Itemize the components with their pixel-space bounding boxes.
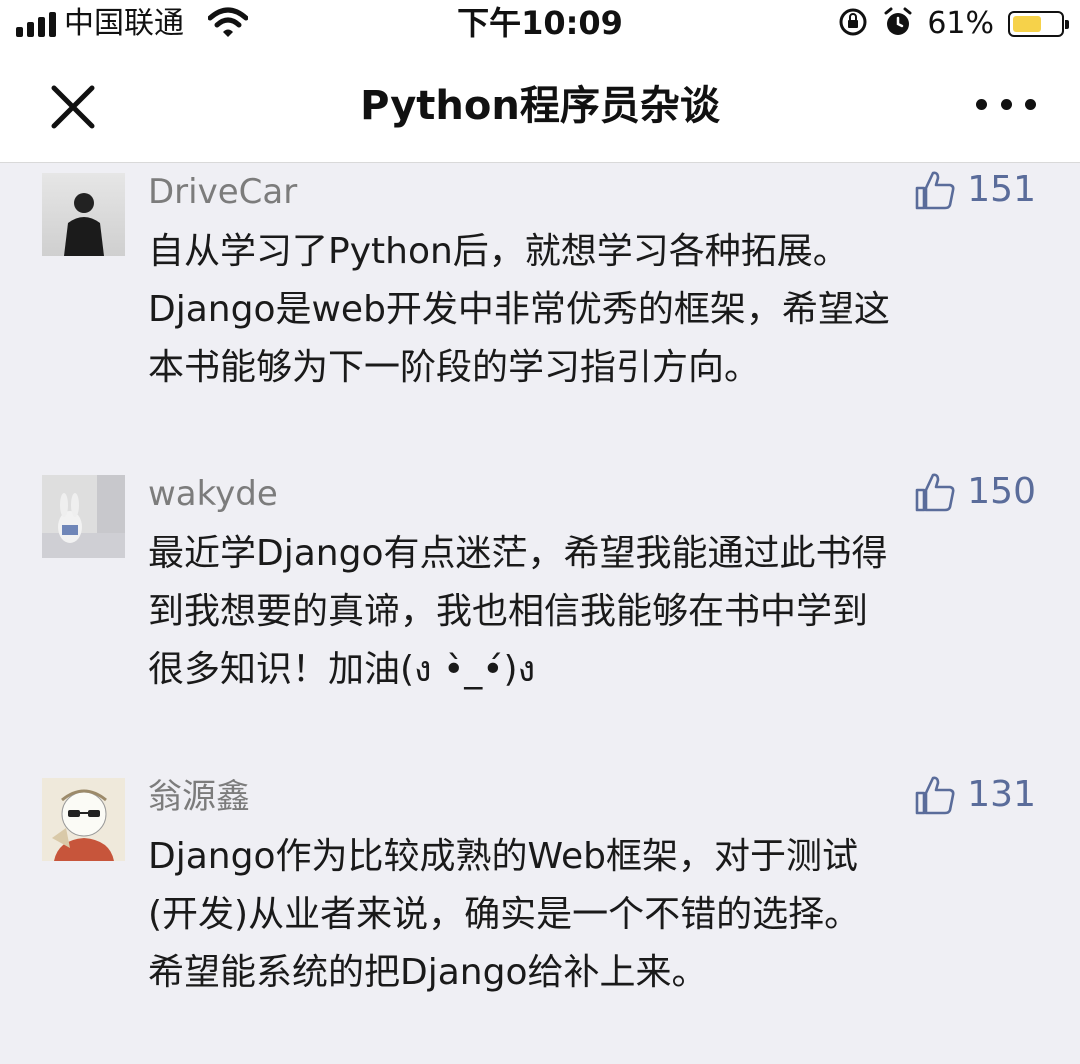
status-bar: 中国联通 下午10:09 61% <box>0 0 1080 50</box>
orientation-lock-icon <box>837 6 869 42</box>
like-count: 150 <box>967 471 1036 512</box>
more-button[interactable] <box>976 92 1036 116</box>
page-title: Python程序员杂谈 <box>360 83 720 129</box>
battery-fill <box>1013 16 1041 32</box>
like-button[interactable]: 151 <box>913 167 1036 213</box>
username[interactable]: 翁源鑫 <box>148 776 250 818</box>
thumbs-up-icon <box>915 171 955 210</box>
thumbs-up-icon <box>915 473 955 512</box>
username[interactable]: DriveCar <box>148 171 297 213</box>
comment-text: 自从学习了Python后，就想学习各种拓展。 Django是web开发中非常优秀… <box>148 231 890 388</box>
like-count: 131 <box>967 774 1036 815</box>
more-icon <box>976 98 987 110</box>
battery-percentage: 61% <box>927 6 994 41</box>
comment-text: Django作为比较成熟的Web框架，对于测试 (开发)从业者来说，确实是一个不… <box>148 836 861 993</box>
username[interactable]: wakyde <box>148 473 278 515</box>
avatar[interactable] <box>42 173 125 256</box>
like-count: 151 <box>967 169 1036 210</box>
battery-icon <box>1008 11 1069 37</box>
navigation-bar: Python程序员杂谈 <box>0 50 1080 163</box>
alarm-icon <box>883 6 913 42</box>
avatar[interactable] <box>42 475 125 558</box>
thumbs-up-icon <box>915 776 955 815</box>
like-button[interactable]: 131 <box>913 772 1036 818</box>
comment-text: 最近学Django有点迷茫，希望我能通过此书得 到我想要的真谛，我也相信我能够在… <box>148 533 888 690</box>
like-button[interactable]: 150 <box>913 469 1036 515</box>
avatar[interactable] <box>42 778 125 861</box>
